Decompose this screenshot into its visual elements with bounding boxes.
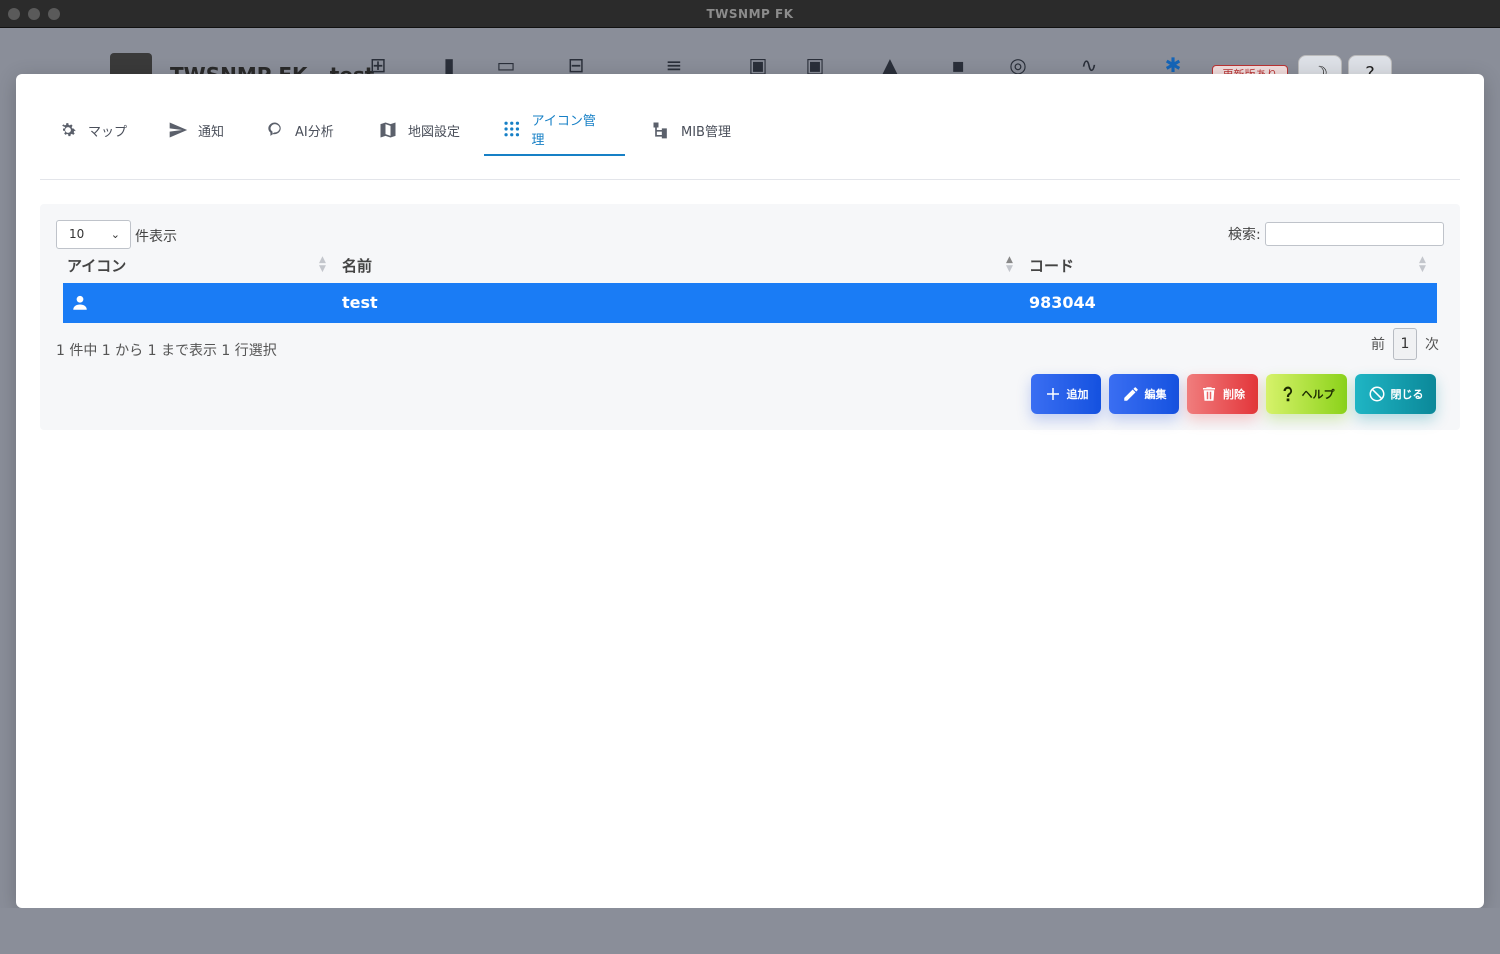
brain-icon: [268, 122, 281, 136]
background-footer: [0, 908, 1500, 954]
tab-mib-manage-label: MIB管理: [681, 124, 731, 140]
chevron-down-icon: ⌄: [110, 228, 120, 241]
trash-icon: [1203, 387, 1215, 401]
tab-icon-manage[interactable]: アイコン管理: [484, 104, 625, 156]
app-logo: [110, 53, 152, 74]
table-row[interactable]: test 983044: [63, 283, 1437, 323]
table-info: 1 件中 1 から 1 まで表示 1 行選択: [56, 343, 277, 359]
table-header: アイコン ▲ ▼ 名前 ▲ ▼ コード ▲ ▼: [63, 252, 1437, 282]
tab-mib-manage[interactable]: MIB管理: [633, 104, 749, 156]
laptop-icon[interactable]: ▭: [494, 53, 518, 74]
help-button[interactable]: ヘルプ: [1266, 374, 1347, 414]
checklist-icon[interactable]: ≡: [662, 53, 686, 74]
account-icon: [73, 295, 87, 310]
send-icon: [169, 122, 188, 138]
delete-button[interactable]: 削除: [1187, 374, 1258, 414]
map-icon[interactable]: ▮: [437, 53, 461, 74]
settings-dialog: マップ 通知 AI分析 地図設定 アイコン管理 MIB管理 10 ⌄ 件表示 検…: [16, 74, 1484, 908]
lan-icon[interactable]: ⊟: [564, 53, 588, 74]
row-icon-cell: [71, 283, 89, 323]
cancel-icon: [1369, 386, 1384, 402]
calendar-check-icon[interactable]: ▣: [746, 53, 770, 74]
column-header-name[interactable]: 名前 ▲ ▼: [342, 252, 1029, 282]
map-icon: [380, 122, 396, 138]
edit-button[interactable]: 編集: [1109, 374, 1179, 414]
help-icon[interactable]: ?: [1348, 55, 1392, 74]
tab-map[interactable]: マップ: [40, 104, 145, 156]
close-window-dot[interactable]: [8, 8, 20, 20]
monitor-icon[interactable]: ▪: [946, 53, 970, 74]
brain-icon[interactable]: ◎: [1006, 53, 1030, 74]
pagination: 前 1 次: [1371, 328, 1439, 360]
page-length-value: 10: [69, 227, 85, 241]
calendar-text-icon[interactable]: ▣: [803, 53, 827, 74]
gear-icon: [62, 123, 76, 137]
question-mark-icon: [1283, 386, 1292, 402]
window-controls[interactable]: [8, 8, 60, 20]
app-title: TWSNMP FK - test: [170, 63, 374, 74]
column-header-code[interactable]: コード ▲ ▼: [1029, 252, 1429, 282]
tab-ai-label: AI分析: [295, 124, 334, 140]
tab-notify-label: 通知: [198, 124, 225, 140]
window-titlebar: TWSNMP FK: [0, 0, 1500, 28]
tab-map-label: マップ: [88, 124, 128, 140]
search-input[interactable]: [1265, 222, 1444, 246]
sort-icon: ▲ ▼: [1419, 255, 1426, 274]
search-label: 検索:: [1228, 227, 1261, 243]
settings-icon[interactable]: ✱: [1161, 53, 1185, 74]
update-badge[interactable]: 更新版あり: [1212, 65, 1288, 74]
tab-geo-map[interactable]: 地図設定: [360, 104, 478, 156]
tab-geo-map-label: 地図設定: [408, 124, 461, 140]
minimize-window-dot[interactable]: [28, 8, 40, 20]
row-code-cell: 983044: [1029, 293, 1096, 312]
alert-icon[interactable]: ▲: [878, 53, 902, 74]
row-name-cell: test: [342, 293, 378, 312]
sort-icon: ▲ ▼: [319, 255, 326, 274]
zoom-window-dot[interactable]: [48, 8, 60, 20]
apps-grid-icon: [504, 121, 520, 137]
window-title: TWSNMP FK: [706, 6, 794, 21]
column-header-icon[interactable]: アイコン ▲ ▼: [67, 252, 337, 282]
background-app-header: TWSNMP FK - test ⊞ ▮ ▭ ⊟ ≡ ▣ ▣ ▲ ▪ ◎ ∿ ✱…: [0, 29, 1500, 74]
icon-table-panel: 10 ⌄ 件表示 検索: アイコン ▲ ▼ 名前 ▲ ▼ コード ▲ ▼ test: [40, 204, 1460, 430]
sort-asc-icon: ▲ ▼: [1006, 255, 1013, 274]
page-length-label: 件表示: [135, 229, 177, 245]
chart-line-icon[interactable]: ∿: [1077, 53, 1101, 74]
plus-icon: [1046, 388, 1059, 400]
network-icon[interactable]: ⊞: [366, 53, 390, 74]
pager-next[interactable]: 次: [1425, 334, 1439, 354]
tab-notify[interactable]: 通知: [150, 104, 242, 156]
settings-tabs: マップ 通知 AI分析 地図設定 アイコン管理 MIB管理: [40, 74, 1460, 180]
tab-ai[interactable]: AI分析: [247, 104, 352, 156]
tab-icon-manage-label: アイコン管理: [531, 114, 596, 148]
close-button[interactable]: 閉じる: [1355, 374, 1436, 414]
pencil-icon: [1123, 387, 1138, 401]
dark-mode-icon[interactable]: ☽: [1298, 55, 1342, 74]
page-length-select[interactable]: 10 ⌄: [56, 220, 131, 249]
pager-prev[interactable]: 前: [1371, 334, 1385, 354]
pager-current-page[interactable]: 1: [1393, 328, 1417, 360]
file-tree-icon: [653, 122, 667, 139]
add-button[interactable]: 追加: [1031, 374, 1101, 414]
